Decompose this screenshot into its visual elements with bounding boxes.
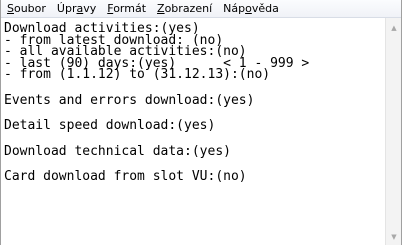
vertical-scrollbar[interactable]: ▲ ▼ [385,18,401,245]
menu-zobrazeni[interactable]: Zobrazení [157,2,212,15]
menu-soubor-label: oubor [13,2,46,15]
menu-upravy-pre: Úpr [56,2,77,15]
menu-napoveda-label: věda [251,2,279,15]
menu-zobrazeni-label: obrazení [164,2,213,15]
menu-format[interactable]: Formát [107,2,146,15]
menu-napoveda-pre: Náp [223,2,246,15]
menu-upravy[interactable]: Úpravy [57,2,96,15]
menu-bar: Soubor Úpravy Formát Zobrazení Nápověda [1,0,401,18]
text-line: Download technical data:(yes) [4,143,231,159]
notepad-window: Soubor Úpravy Formát Zobrazení Nápověda … [0,0,402,245]
menu-soubor[interactable]: Soubor [7,2,46,15]
text-line: - from (1.1.12) to (31.12.13):(no) [4,67,271,82]
menu-upravy-label: vy [83,2,97,15]
menu-format-label: ormát [113,2,147,15]
menu-napoveda-mnemonic: o [245,2,252,15]
menu-napoveda[interactable]: Nápověda [223,2,279,15]
menu-zobrazeni-mnemonic: Z [157,2,165,15]
scroll-up-icon[interactable]: ▲ [386,20,402,36]
text-line: Events and errors download:(yes) [4,92,255,108]
text-editor-area[interactable]: Download activities:(yes) - from latest … [1,18,385,245]
menu-soubor-mnemonic: S [7,2,14,15]
scroll-down-icon[interactable]: ▼ [386,229,402,245]
text-line: Detail speed download:(yes) [4,118,216,133]
text-line: Card download from slot VU:(no) [4,169,247,184]
